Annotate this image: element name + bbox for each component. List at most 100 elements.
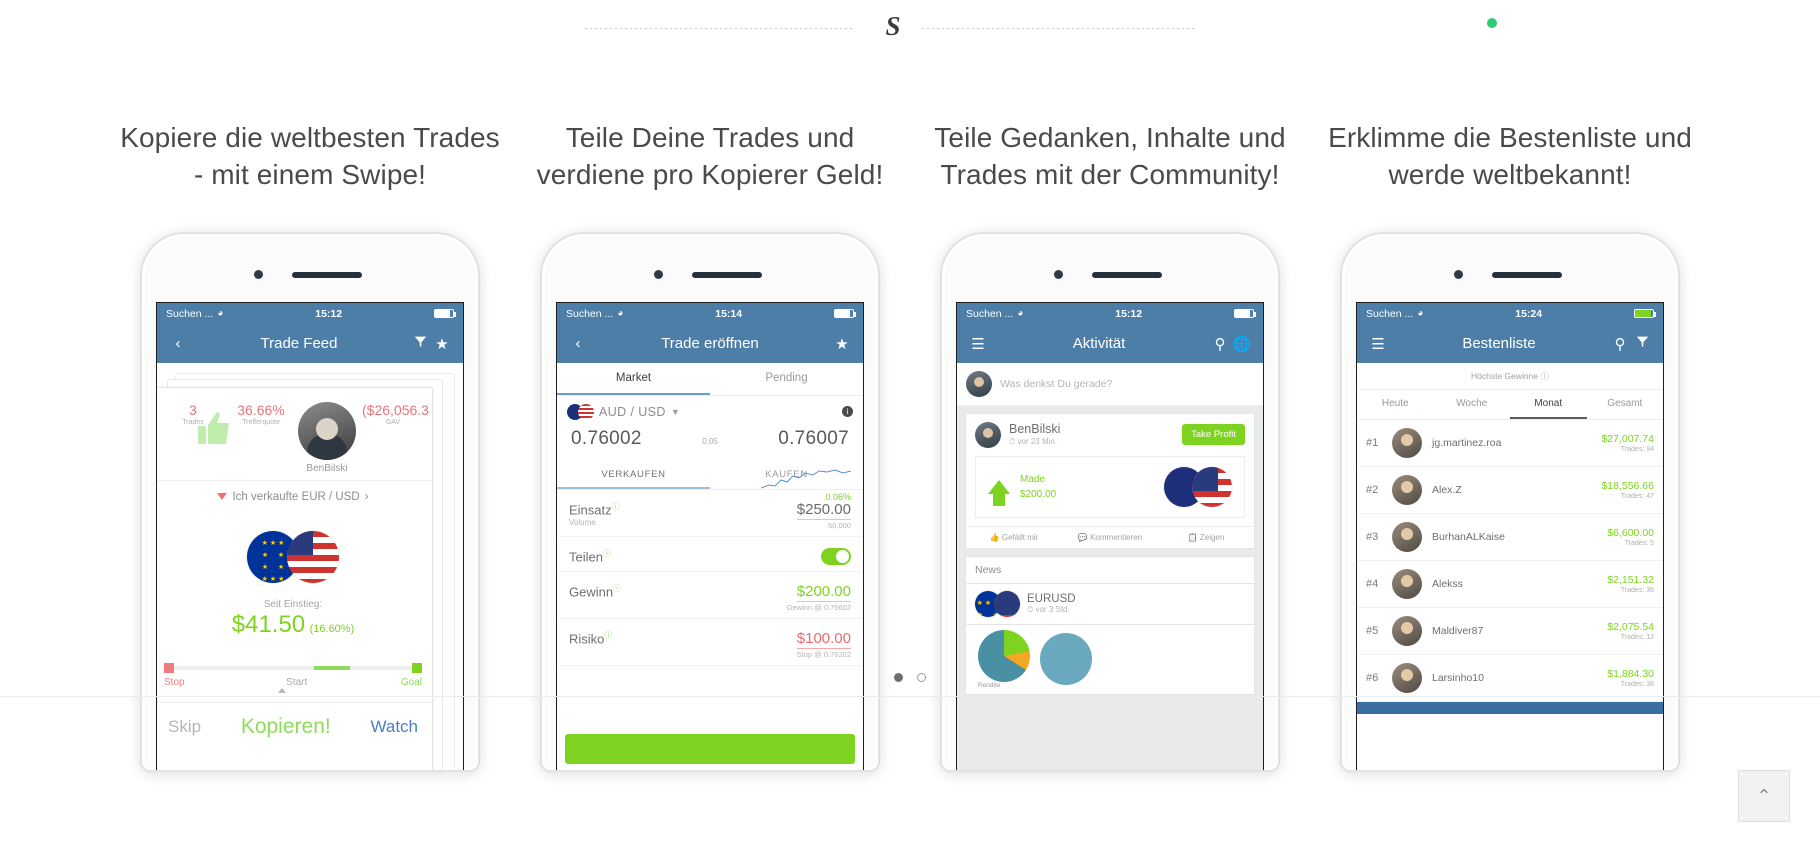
status-bar: Suchen ... ◕ 15:12 — [157, 302, 463, 325]
speaker-grille — [692, 271, 762, 278]
news-title: EURUSD — [1027, 592, 1076, 605]
comment-button[interactable]: 💬 Kommentieren — [1062, 527, 1158, 548]
trade-card[interactable]: 3 Trades 36.66% Trefferquote BenBilski (… — [157, 386, 433, 770]
help-icon[interactable]: ⓘ — [603, 549, 611, 558]
trade-card-stack: 3 Trades 36.66% Trefferquote BenBilski (… — [157, 372, 457, 770]
take-profit-badge[interactable]: Take Profit — [1182, 424, 1245, 446]
speaker-grille — [292, 271, 362, 278]
info-icon[interactable]: i — [842, 406, 853, 418]
sparkline-chart — [761, 469, 851, 489]
copy-button[interactable]: Kopieren! — [241, 715, 331, 739]
search-icon[interactable]: ⚲ — [1209, 335, 1231, 353]
filter-icon[interactable] — [409, 335, 431, 352]
author-block: BenBilski ⏱ vor 23 Min. — [1009, 422, 1060, 447]
star-icon[interactable]: ★ — [431, 335, 453, 353]
tab-sell[interactable]: VERKAUFEN — [557, 462, 710, 489]
stake-value-block[interactable]: $250.00 50,000 — [796, 500, 851, 530]
field-row-profit: Gewinnⓘ $200.00 Gewinn @ 0.75602 — [557, 572, 863, 619]
help-icon[interactable]: ⓘ — [604, 631, 612, 640]
search-icon[interactable]: ⚲ — [1609, 335, 1631, 353]
scroll-to-top-button[interactable]: ⌃ — [1738, 770, 1790, 822]
star-icon[interactable]: ★ — [831, 335, 853, 353]
tab-woche[interactable]: Woche — [1434, 390, 1511, 419]
slide-4: Erklimme die Bestenliste und werde weltb… — [1310, 120, 1710, 800]
skip-button[interactable]: Skip — [168, 717, 201, 737]
like-button[interactable]: 👍 Gefällt mir — [966, 527, 1062, 548]
profit-value-block[interactable]: $200.00 Gewinn @ 0.75602 — [786, 582, 851, 612]
camera-icon — [1054, 269, 1063, 279]
submit-order-button[interactable] — [565, 733, 855, 764]
share-button[interactable]: 📋 Zeigen — [1158, 527, 1254, 548]
table-row[interactable]: #5 Maldiver87 $2,075.54 Trades: 12 — [1357, 608, 1663, 655]
news-item[interactable]: EURUSD ⏱ vor 3 Std. — [965, 582, 1255, 625]
rank-label: #5 — [1366, 624, 1379, 637]
post-body: Made $200.00 — [975, 455, 1245, 518]
carousel-dot-1[interactable] — [894, 673, 903, 682]
landing-page: S Kopiere die weltbesten Trades - mit ei… — [0, 0, 1820, 852]
table-row[interactable]: #3 BurhanALKaise $6,600.00 Trades: 5 — [1357, 514, 1663, 561]
phone-mockup-1: Suchen ... ◕ 15:12 ‹ Trade Feed ★ 3 Trad… — [140, 231, 480, 772]
phone-1-screen: Suchen ... ◕ 15:12 ‹ Trade Feed ★ 3 Trad… — [156, 301, 464, 770]
carrier-label: Suchen ... ◕ — [166, 307, 224, 320]
table-row[interactable]: #1 jg.martinez.roa $27,007.74 Trades: 94 — [1357, 420, 1663, 467]
slide-4-title: Erklimme die Bestenliste und werde weltb… — [1328, 122, 1692, 190]
chevron-down-icon[interactable]: ▼ — [671, 407, 680, 417]
pair-selector[interactable]: AUD / USD ▼ i — [557, 396, 863, 422]
post-header: BenBilski ⏱ vor 23 Min. Take Profit — [966, 414, 1254, 456]
info-icon[interactable]: ⓘ — [1540, 371, 1549, 381]
help-icon[interactable]: ⓘ — [613, 584, 621, 593]
us-flag-icon — [994, 590, 1020, 617]
goal-handle[interactable] — [412, 662, 422, 673]
tab-pending[interactable]: Pending — [710, 363, 863, 395]
profit-sub: Gewinn @ 0.75602 — [786, 602, 851, 612]
hamburger-menu-icon[interactable]: ☰ — [1367, 335, 1389, 353]
filter-icon[interactable] — [1631, 335, 1653, 352]
field-row-risk: Risikoⓘ $100.00 Stop @ 0.76202 — [557, 619, 863, 666]
profit-value: $200.00 — [796, 582, 851, 602]
bid-price: 0.76002 — [571, 427, 642, 449]
arrow-down-icon — [217, 493, 228, 501]
avatar — [1392, 474, 1422, 505]
avatar — [1392, 615, 1422, 646]
phone-2-body: Market Pending AUD / USD ▼ i 0.06% 0.760… — [557, 362, 863, 770]
trade-direction: Ich verkaufte EUR / USD › — [157, 479, 432, 513]
composer-placeholder: Was denkst Du gerade? — [1000, 377, 1113, 390]
tab-heute[interactable]: Heute — [1357, 390, 1434, 419]
carrier-label: Suchen ... ◕ — [966, 307, 1024, 320]
trade-count: Trades: 12 — [1620, 633, 1654, 641]
table-row[interactable]: #4 Alekss $2,151.32 Trades: 36 — [1357, 561, 1663, 608]
phone-4-screen: Suchen ... ◕ 15:24 ☰ Bestenliste ⚲ Höchs… — [1356, 301, 1664, 770]
help-icon[interactable]: ⓘ — [612, 502, 620, 511]
battery-icon — [1634, 309, 1656, 319]
nav-bar: ‹ Trade eröffnen ★ — [557, 324, 863, 363]
author-avatar — [975, 421, 1001, 448]
post-composer[interactable]: Was denkst Du gerade? — [957, 363, 1263, 406]
table-row[interactable]: #2 Alex.Z $18,556.66 Trades: 47 — [1357, 467, 1663, 514]
stop-handle[interactable] — [164, 662, 174, 673]
risk-slider[interactable] — [164, 662, 422, 673]
watch-button[interactable]: Watch — [370, 717, 418, 737]
hamburger-menu-icon[interactable]: ☰ — [967, 335, 989, 353]
back-icon[interactable]: ‹ — [167, 335, 189, 352]
globe-icon[interactable]: 🌐 — [1231, 335, 1253, 353]
share-toggle[interactable] — [821, 547, 851, 565]
tab-market[interactable]: Market — [557, 363, 710, 395]
carousel-pagination — [0, 673, 1820, 682]
news-header: News — [965, 555, 1255, 583]
field-row-stake: Einsatzⓘ Volume $250.00 50,000 — [557, 490, 863, 537]
nav-bar: ☰ Aktivität ⚲ 🌐 — [957, 324, 1263, 363]
risk-value-block[interactable]: $100.00 Stop @ 0.76202 — [797, 629, 851, 659]
trader-name: Alekss — [1432, 577, 1463, 590]
trade-count: Trades: 94 — [1620, 445, 1654, 453]
phone-3-body: Was denkst Du gerade? BenBilski ⏱ vor 23… — [957, 362, 1263, 770]
tab-gesamt[interactable]: Gesamt — [1587, 390, 1664, 419]
back-icon[interactable]: ‹ — [567, 335, 589, 352]
carousel-dot-2[interactable] — [917, 673, 926, 682]
news-charts: Rendite — [965, 624, 1255, 695]
share-label: Teilenⓘ — [569, 548, 611, 565]
thumbs-up-icon — [198, 411, 229, 444]
tab-monat[interactable]: Monat — [1510, 390, 1587, 419]
order-type-tabs: Market Pending — [557, 363, 863, 396]
brand-logo: S — [885, 11, 901, 41]
phone-mockup-2: Suchen ... ◕ 15:14 ‹ Trade eröffnen ★ Ma… — [540, 231, 880, 772]
